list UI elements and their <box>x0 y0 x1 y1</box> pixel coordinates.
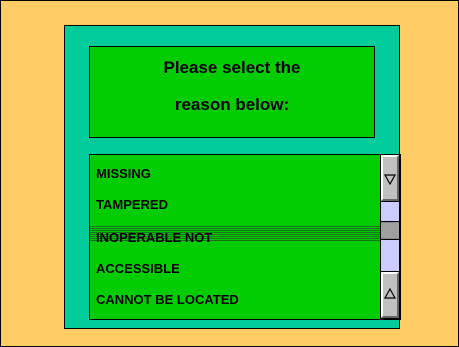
screen-background: Please select the reason below: MISSING … <box>0 0 459 347</box>
reason-item-accessible[interactable]: ACCESSIBLE <box>96 261 180 276</box>
scroll-up-button[interactable] <box>381 155 399 201</box>
reason-item-inoperable-not[interactable]: INOPERABLE NOT <box>96 230 212 245</box>
triangle-down-outline-icon <box>384 174 396 185</box>
prompt-line-1: Please select the <box>163 58 301 77</box>
triangle-up-outline-icon <box>384 288 396 299</box>
reason-item-tampered[interactable]: TAMPERED <box>96 197 168 212</box>
prompt-line-2: reason below: <box>174 95 290 114</box>
reason-item-cannot-be-located[interactable]: CANNOT BE LOCATED <box>96 292 239 307</box>
list-scrollbar[interactable] <box>380 154 400 319</box>
prompt-box: Please select the reason below: <box>89 46 375 138</box>
scroll-thumb[interactable] <box>381 222 399 239</box>
scroll-down-button[interactable] <box>381 272 399 318</box>
reason-list[interactable]: MISSING TAMPERED INOPERABLE NOT ACCESSIB… <box>89 154 401 320</box>
track-divider <box>381 239 399 240</box>
reason-item-missing[interactable]: MISSING <box>96 166 151 181</box>
track-divider <box>381 201 399 202</box>
reason-panel: Please select the reason below: MISSING … <box>64 25 401 329</box>
